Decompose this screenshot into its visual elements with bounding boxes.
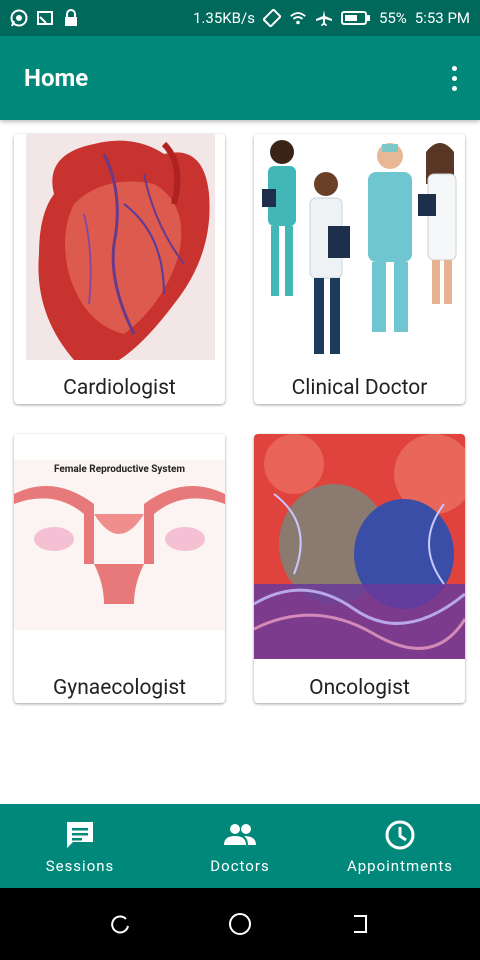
nav-label: Appointments (346, 857, 454, 875)
airplane-icon (315, 9, 333, 27)
screen: 1.35KB/s 55% 5:53 PM Home Cardiologist C… (0, 0, 480, 960)
doctors-image (254, 134, 465, 364)
back-icon (354, 915, 367, 933)
nav-appointments[interactable]: Appointments (320, 804, 480, 888)
network-speed: 1.35KB/s (193, 9, 255, 27)
card-label: Cardiologist (63, 376, 176, 400)
card-label: Clinical Doctor (291, 376, 428, 400)
page-title: Home (24, 64, 89, 92)
card-clinical-doctor[interactable]: Clinical Doctor (254, 134, 465, 404)
whatsapp-icon (10, 9, 28, 27)
more-vert-icon (451, 65, 457, 71)
card-oncologist[interactable]: Oncologist (254, 434, 465, 703)
system-navigation (0, 888, 480, 960)
status-bar: 1.35KB/s 55% 5:53 PM (0, 0, 480, 36)
recents-icon (111, 915, 129, 934)
nav-label: Sessions (45, 857, 115, 875)
wifi-icon (289, 9, 307, 27)
lock-icon (62, 9, 80, 27)
battery-icon (340, 9, 371, 27)
card-label: Oncologist (309, 676, 410, 700)
card-gynaecologist[interactable]: Female Reproductive System Gynaecologist (14, 434, 225, 703)
image-caption: Female Reproductive System (53, 464, 186, 475)
back-button[interactable] (346, 910, 374, 938)
rotate-icon (262, 9, 281, 27)
nav-doctors[interactable]: Doctors (160, 804, 320, 888)
app-bar: Home (0, 36, 480, 120)
overflow-menu-button[interactable] (442, 58, 466, 98)
people-icon (222, 817, 258, 853)
home-button[interactable] (226, 910, 254, 938)
card-cardiologist[interactable]: Cardiologist (14, 134, 225, 404)
cast-icon (36, 9, 54, 27)
home-icon (229, 913, 251, 935)
bottom-navigation: Sessions Doctors Appointments (0, 804, 480, 888)
cancer-cell-image (254, 434, 465, 659)
nav-label: Doctors (210, 857, 270, 875)
card-label: Gynaecologist (52, 676, 187, 700)
recents-button[interactable] (106, 910, 134, 938)
clock-time: 5:53 PM (414, 9, 470, 27)
chat-icon (62, 817, 98, 853)
heart-image (14, 134, 225, 360)
battery-level: 55% (378, 9, 407, 27)
clock-icon (382, 817, 418, 853)
nav-sessions[interactable]: Sessions (0, 804, 160, 888)
